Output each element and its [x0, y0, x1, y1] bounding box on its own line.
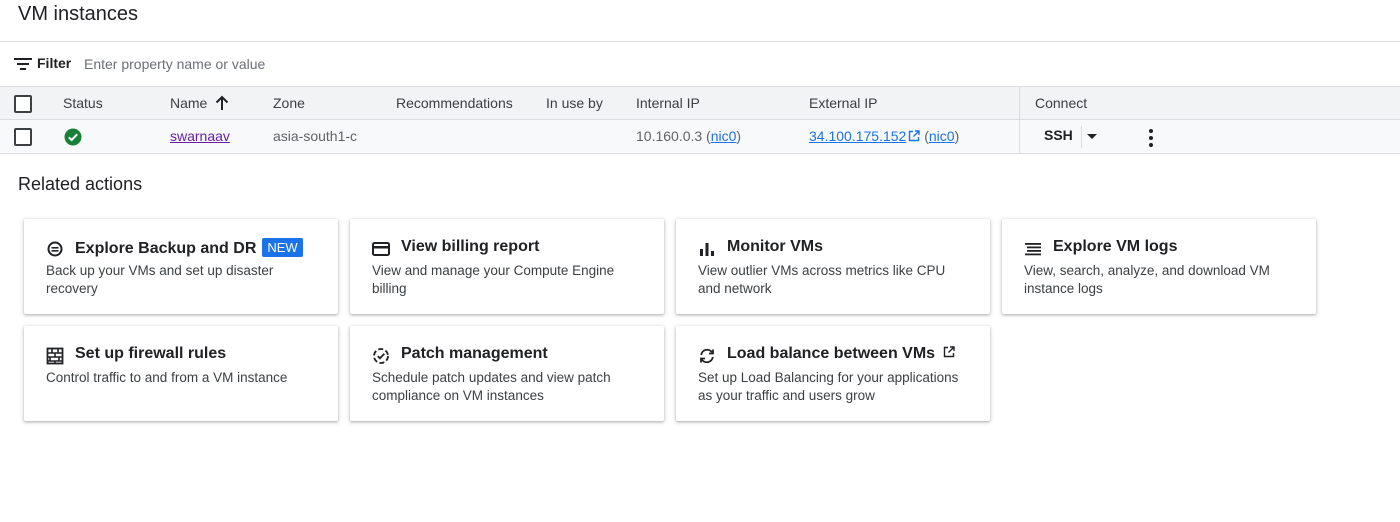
- card-description: Schedule patch updates and view patch co…: [372, 370, 611, 403]
- column-in-use-by[interactable]: In use by: [546, 95, 603, 111]
- internal-ip-value: 10.160.0.3: [636, 128, 703, 144]
- table-row: swarnaav asia-south1-c 10.160.0.3 (nic0)…: [0, 120, 1400, 154]
- new-badge: NEW: [262, 238, 303, 257]
- card-title: Load balance between VMs: [727, 345, 955, 363]
- card-monitor-vms[interactable]: Monitor VMs View outlier VMs across metr…: [676, 219, 990, 314]
- card-title: Monitor VMs: [727, 238, 823, 255]
- more-vert-icon[interactable]: [1146, 128, 1156, 148]
- card-firewall-rules[interactable]: Set up firewall rules Control traffic to…: [24, 326, 338, 421]
- card-title: Set up firewall rules: [75, 345, 227, 362]
- related-actions-title: Related actions: [18, 174, 143, 194]
- connect-divider-row: [1019, 120, 1020, 153]
- column-zone[interactable]: Zone: [273, 95, 305, 111]
- column-external-ip[interactable]: External IP: [809, 95, 877, 111]
- column-name[interactable]: Name: [170, 95, 207, 111]
- filter-label: Filter: [37, 55, 72, 71]
- card-patch-management[interactable]: Patch management Schedule patch updates …: [350, 326, 664, 421]
- table-header: Status Name Zone Recommendations In use …: [0, 87, 1400, 120]
- external-ip-link[interactable]: 34.100.175.152: [809, 128, 906, 144]
- select-all-checkbox[interactable]: [14, 95, 32, 113]
- card-title: Explore Backup and DR NEW: [75, 238, 303, 258]
- chevron-down-icon[interactable]: [1087, 133, 1097, 141]
- card-title-text: Explore Backup and DR: [75, 240, 257, 257]
- card-title: Patch management: [401, 345, 548, 362]
- instance-zone: asia-south1-c: [273, 128, 358, 144]
- card-description: Back up your VMs and set up disaster rec…: [46, 263, 274, 296]
- card-description: View and manage your Compute Engine bill…: [372, 263, 615, 296]
- instance-external-ip: 34.100.175.152 (nic0): [809, 128, 960, 144]
- patch-icon: [373, 348, 389, 364]
- billing-card-icon: [372, 242, 390, 256]
- card-description: Set up Load Balancing for your applicati…: [698, 370, 959, 403]
- column-connect: Connect: [1035, 95, 1088, 111]
- card-title-text: Load balance between VMs: [727, 345, 936, 362]
- card-description: Control traffic to and from a VM instanc…: [46, 370, 288, 385]
- logs-list-icon: [1025, 243, 1041, 256]
- instance-name-link[interactable]: swarnaav: [170, 128, 230, 144]
- backup-icon: [47, 241, 63, 257]
- external-link-icon: [943, 346, 955, 358]
- bar-chart-icon: [700, 243, 714, 256]
- filter-input[interactable]: [84, 51, 684, 77]
- card-title: Explore VM logs: [1053, 238, 1178, 255]
- card-description: View outlier VMs across metrics like CPU…: [698, 263, 946, 296]
- card-backup-dr[interactable]: Explore Backup and DR NEW Back up your VM…: [24, 219, 338, 314]
- column-status[interactable]: Status: [63, 95, 103, 111]
- card-vm-logs[interactable]: Explore VM logs View, search, analyze, a…: [1002, 219, 1316, 314]
- external-nic-link[interactable]: nic0: [929, 128, 955, 144]
- sort-ascending-icon[interactable]: [214, 95, 230, 111]
- card-billing-report[interactable]: View billing report View and manage your…: [350, 219, 664, 314]
- external-link-icon[interactable]: [908, 130, 921, 142]
- page-title: VM instances: [18, 3, 139, 25]
- filter-bar: Filter: [0, 42, 1400, 87]
- filter-icon[interactable]: [14, 58, 32, 70]
- column-internal-ip[interactable]: Internal IP: [636, 95, 700, 111]
- connect-divider: [1019, 87, 1020, 119]
- ssh-button[interactable]: SSH: [1044, 127, 1073, 143]
- ssh-separator: [1081, 126, 1082, 148]
- firewall-icon: [46, 347, 64, 365]
- internal-nic-link[interactable]: nic0: [711, 128, 737, 144]
- instance-internal-ip: 10.160.0.3 (nic0): [636, 128, 742, 144]
- card-description: View, search, analyze, and download VM i…: [1024, 263, 1270, 296]
- check-circle-icon: [64, 128, 82, 146]
- column-recommendations[interactable]: Recommendations: [396, 95, 513, 111]
- row-checkbox[interactable]: [14, 128, 32, 146]
- load-balance-icon: [700, 348, 714, 364]
- card-load-balance[interactable]: Load balance between VMs Set up Load Bal…: [676, 326, 990, 421]
- card-title: View billing report: [401, 238, 540, 255]
